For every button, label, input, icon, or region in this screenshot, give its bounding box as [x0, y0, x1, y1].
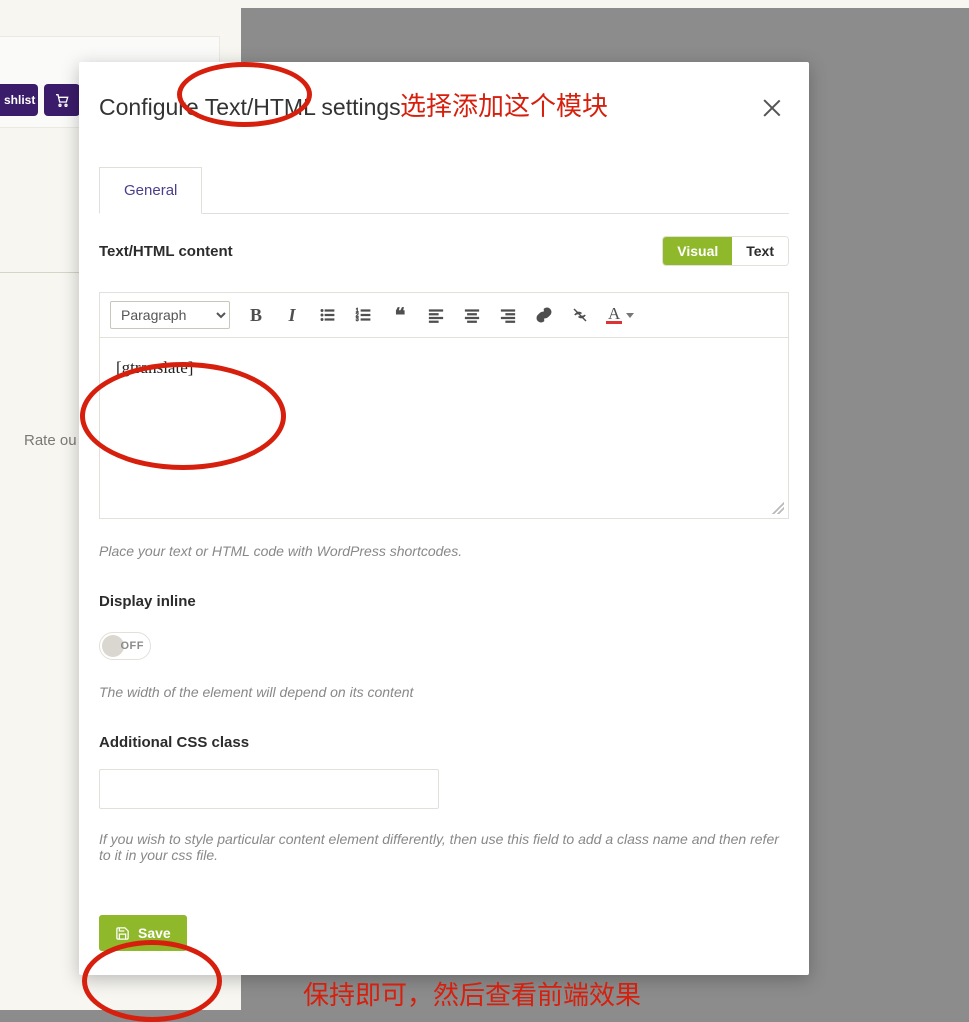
svg-text:3: 3 [356, 317, 359, 323]
content-label: Text/HTML content [99, 243, 233, 260]
italic-icon[interactable]: I [282, 304, 302, 326]
close-icon[interactable] [761, 97, 783, 119]
align-center-icon[interactable] [462, 304, 482, 326]
resize-handle-icon[interactable] [772, 502, 784, 514]
modal-header: Configure Text/HTML settings [99, 90, 789, 121]
save-icon [115, 926, 130, 941]
bold-icon[interactable]: B [246, 304, 266, 326]
link-icon[interactable] [534, 304, 554, 326]
editor-mode-toggle: Visual Text [662, 236, 789, 266]
inline-label: Display inline [99, 593, 789, 610]
bg-top-bar [241, 0, 969, 8]
tab-bar: General [99, 167, 789, 214]
content-section-header: Text/HTML content Visual Text [99, 236, 789, 266]
save-button-label: Save [138, 925, 171, 941]
css-help-text: If you wish to style particular content … [99, 831, 789, 863]
bg-cart-button[interactable] [44, 84, 80, 116]
bg-rate-text: Rate ou [24, 432, 77, 449]
save-button[interactable]: Save [99, 915, 187, 951]
rich-text-editor: Paragraph B I 123 ❝ [99, 292, 789, 519]
align-left-icon[interactable] [426, 304, 446, 326]
editor-text: [gtranslate] [116, 358, 193, 377]
text-mode-button[interactable]: Text [732, 237, 788, 265]
css-label: Additional CSS class [99, 734, 789, 751]
toggle-state-label: OFF [121, 640, 145, 652]
editor-content[interactable]: [gtranslate] [100, 338, 788, 518]
modal-title: Configure Text/HTML settings [99, 94, 401, 121]
css-class-input[interactable] [99, 769, 439, 809]
format-select[interactable]: Paragraph [110, 301, 230, 329]
toggle-switch[interactable]: OFF [99, 632, 151, 660]
editor-toolbar: Paragraph B I 123 ❝ [100, 293, 788, 338]
bullet-list-icon[interactable] [318, 304, 338, 326]
unlink-icon[interactable] [570, 304, 590, 326]
settings-modal: Configure Text/HTML settings General Tex… [79, 62, 809, 975]
visual-mode-button[interactable]: Visual [663, 237, 732, 265]
blockquote-icon[interactable]: ❝ [390, 304, 410, 326]
content-help-text: Place your text or HTML code with WordPr… [99, 543, 789, 559]
numbered-list-icon[interactable]: 123 [354, 304, 374, 326]
text-color-icon[interactable]: A [606, 304, 634, 326]
align-right-icon[interactable] [498, 304, 518, 326]
inline-toggle[interactable]: OFF [99, 632, 789, 660]
inline-help-text: The width of the element will depend on … [99, 684, 789, 700]
bg-wishlist-button[interactable]: shlist [0, 84, 38, 116]
tab-general[interactable]: General [99, 167, 202, 214]
annotation-text-bottom: 保持即可，然后查看前端效果 [303, 975, 641, 1012]
cart-icon [54, 92, 70, 108]
